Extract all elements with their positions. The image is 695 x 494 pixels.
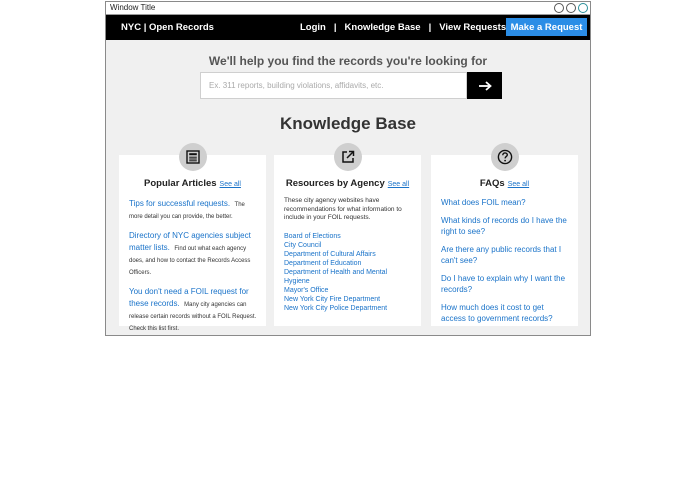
maximize-icon[interactable] bbox=[566, 3, 576, 13]
site-brand[interactable]: NYC | Open Records bbox=[121, 22, 214, 33]
agency-link[interactable]: Department of Education bbox=[284, 259, 413, 268]
search-input[interactable] bbox=[200, 72, 467, 99]
popular-articles-card: Popular Articles See all Tips for success… bbox=[119, 143, 266, 332]
faq-link[interactable]: How much does it cost to get access to g… bbox=[441, 302, 570, 324]
question-icon bbox=[490, 143, 519, 171]
window-controls bbox=[554, 3, 588, 13]
card-title: Popular Articles bbox=[144, 178, 217, 189]
nav-knowledge-base-link[interactable]: Knowledge Base bbox=[345, 22, 421, 33]
window-title: Window Title bbox=[110, 3, 156, 12]
see-all-link[interactable]: See all bbox=[388, 181, 409, 188]
card-body: These city agency websites have recommen… bbox=[284, 197, 413, 313]
hero-title: We'll help you find the records you're l… bbox=[208, 54, 488, 68]
newspaper-icon bbox=[178, 143, 207, 171]
card-body: What does FOIL mean? What kinds of recor… bbox=[441, 197, 570, 331]
window-titlebar: Window Title bbox=[106, 2, 590, 15]
browser-window: Window Title NYC | Open Records Login | … bbox=[105, 1, 591, 336]
minimize-icon[interactable] bbox=[554, 3, 564, 13]
faq-link[interactable]: What does FOIL mean? bbox=[441, 197, 570, 208]
card-title: Resources by Agency bbox=[285, 178, 385, 189]
faq-link[interactable]: Are there any public records that I can'… bbox=[441, 244, 570, 266]
card-header: FAQs See all bbox=[431, 173, 578, 191]
nav-view-requests-link[interactable]: View Requests bbox=[439, 22, 506, 33]
faq-link[interactable]: What kinds of records do I have the righ… bbox=[441, 215, 570, 237]
agency-link[interactable]: Department of Health and Mental Hygiene bbox=[284, 268, 413, 286]
knowledge-base-title: Knowledge Base bbox=[279, 114, 417, 133]
card-title: FAQs bbox=[479, 178, 505, 189]
card-body: Tips for successful requests. The more d… bbox=[129, 197, 258, 341]
resources-intro: These city agency websites have recommen… bbox=[284, 197, 402, 221]
article-item: You don't need a FOIL request for these … bbox=[129, 285, 258, 333]
agency-link[interactable]: Mayor's Office bbox=[284, 286, 413, 295]
article-item: Directory of NYC agencies subject matter… bbox=[129, 229, 258, 277]
article-link[interactable]: Tips for successful requests. bbox=[129, 199, 230, 208]
arrow-right-icon bbox=[478, 80, 492, 91]
faqs-card: FAQs See all What does FOIL mean? What ki… bbox=[431, 143, 578, 326]
search-bar bbox=[200, 72, 502, 99]
agency-link[interactable]: New York City Fire Department bbox=[284, 295, 413, 304]
search-button[interactable] bbox=[467, 72, 502, 99]
card-header: Popular Articles See all bbox=[119, 173, 266, 191]
agency-link[interactable]: New York City Police Department bbox=[284, 304, 413, 313]
agency-link[interactable]: Department of Cultural Affairs bbox=[284, 250, 413, 259]
card-header: Resources by Agency See all bbox=[274, 173, 421, 191]
article-item: Tips for successful requests. The more d… bbox=[129, 197, 258, 221]
nav-links: Login | Knowledge Base | View Requests bbox=[300, 15, 506, 40]
see-all-link[interactable]: See all bbox=[220, 181, 241, 188]
nav-separator: | bbox=[333, 22, 337, 33]
resources-by-agency-card: Resources by Agency See all These city ag… bbox=[274, 143, 421, 326]
external-link-icon bbox=[333, 143, 362, 171]
agency-link[interactable]: City Council bbox=[284, 241, 413, 250]
agency-link[interactable]: Board of Elections bbox=[284, 232, 413, 241]
see-all-link[interactable]: See all bbox=[508, 181, 529, 188]
make-request-button[interactable]: Make a Request bbox=[506, 18, 587, 36]
close-icon[interactable] bbox=[578, 3, 588, 13]
faq-link[interactable]: Do I have to explain why I want the reco… bbox=[441, 273, 570, 295]
nav-separator: | bbox=[428, 22, 432, 33]
nav-login-link[interactable]: Login bbox=[300, 22, 326, 33]
top-navbar: NYC | Open Records Login | Knowledge Bas… bbox=[106, 15, 590, 40]
